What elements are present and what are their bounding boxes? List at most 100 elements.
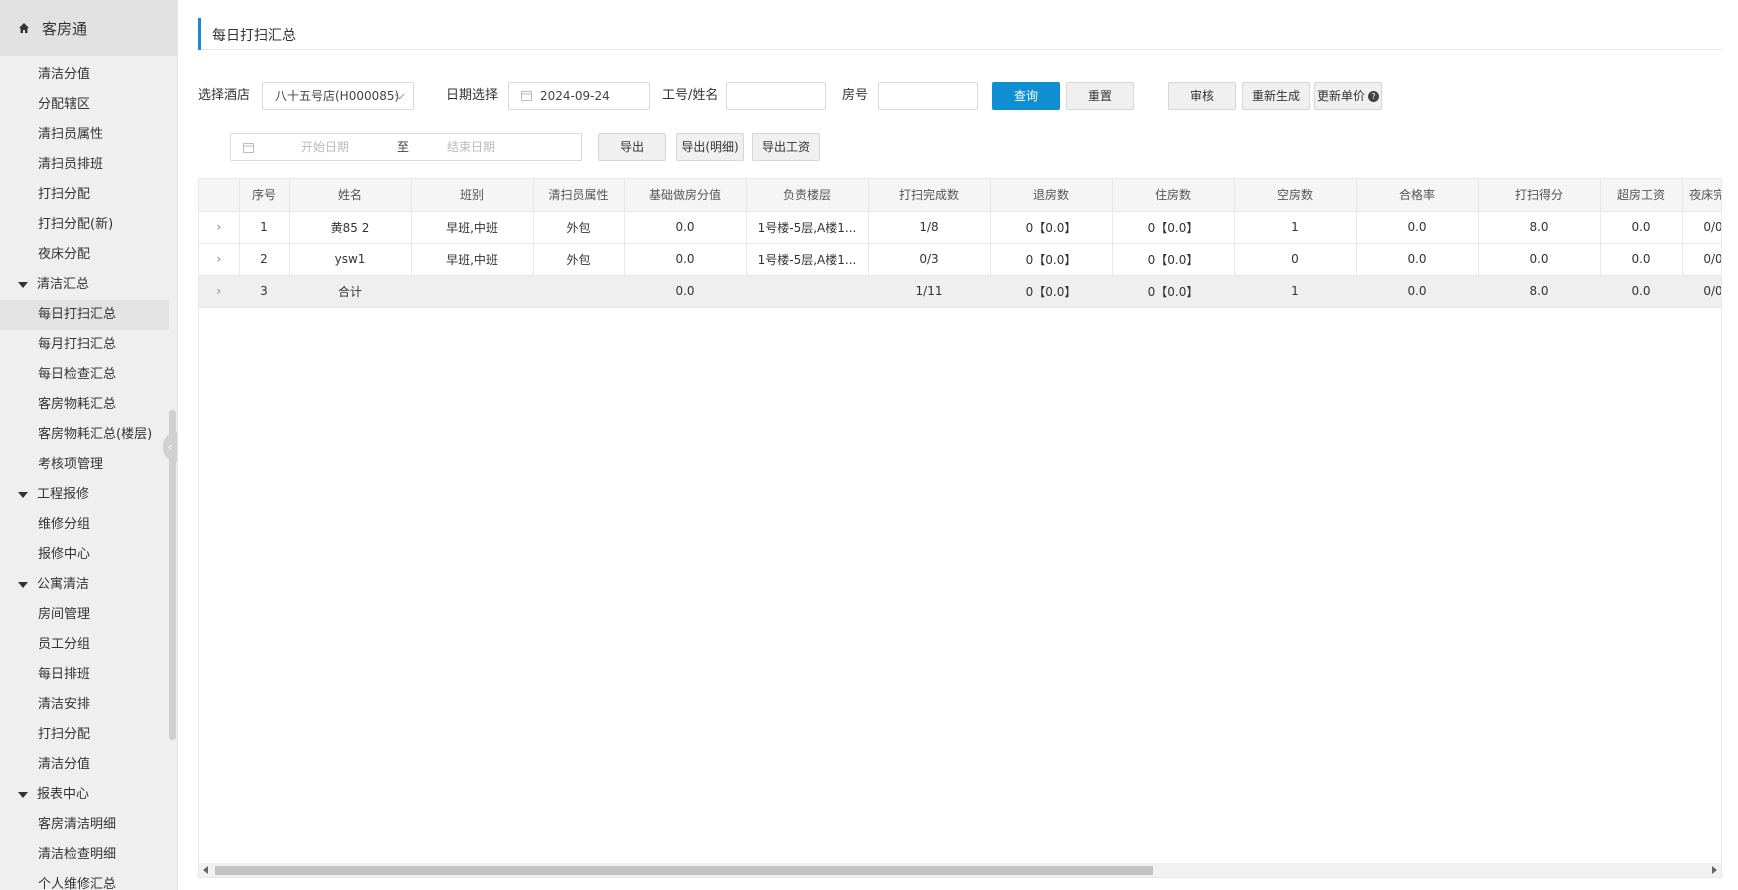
sidebar-item[interactable]: 每日打扫汇总: [0, 300, 169, 330]
regenerate-button[interactable]: 重新生成: [1242, 82, 1310, 110]
sidebar-item[interactable]: 客房物耗汇总: [0, 390, 177, 420]
sidebar-item[interactable]: 夜床分配: [0, 240, 177, 270]
column-header: 基础做房分值: [624, 179, 747, 212]
column-header: [199, 179, 240, 212]
table-cell: ysw1: [289, 243, 412, 276]
column-header: 超房工资: [1600, 179, 1683, 212]
export-detail-button[interactable]: 导出(明细): [676, 133, 744, 161]
table-cell: 0.0: [1356, 275, 1479, 308]
scroll-left-icon[interactable]: [203, 866, 208, 874]
table-cell: 0/0: [1682, 211, 1721, 244]
table-cell: 黄85 2: [289, 211, 412, 244]
sidebar-item[interactable]: 清洁检查明细: [0, 840, 177, 870]
table-cell: 3: [239, 275, 290, 308]
sidebar-item[interactable]: 维修分组: [0, 510, 177, 540]
table-cell: 1号楼-5层,A楼1...: [746, 243, 869, 276]
table-row[interactable]: › 2 ysw1 早班,中班 外包 0.0 1号楼-5层,A楼1... 0/3 0【0.0】 0【…: [199, 243, 1721, 276]
sidebar-group-label: 清洁汇总: [37, 277, 90, 292]
column-header: 打扫得分: [1478, 179, 1601, 212]
column-header: 清扫员属性: [533, 179, 625, 212]
sidebar-item[interactable]: 客房物耗汇总(楼层): [0, 420, 177, 450]
end-date-placeholder: 结束日期: [447, 140, 496, 154]
expand-row-icon[interactable]: ›: [199, 211, 240, 244]
sidebar-header[interactable]: 客房通: [0, 0, 177, 56]
date-value: 2024-09-24: [540, 89, 610, 103]
caret-down-icon: [18, 792, 28, 798]
start-date-placeholder: 开始日期: [301, 140, 350, 154]
sidebar-item[interactable]: 清洁分值: [0, 60, 177, 90]
table-cell: 8.0: [1478, 275, 1601, 308]
sidebar-item[interactable]: 每日检查汇总: [0, 360, 177, 390]
caret-down-icon: [18, 492, 28, 498]
update-price-label: 更新单价: [1316, 89, 1365, 103]
sidebar-item[interactable]: 清洁安排: [0, 690, 177, 720]
sidebar-item[interactable]: 房间管理: [0, 600, 177, 630]
table-cell: 0.0: [624, 243, 747, 276]
column-header: 住房数: [1112, 179, 1235, 212]
employee-input[interactable]: [726, 82, 826, 110]
expand-row-icon[interactable]: ›: [199, 275, 240, 308]
table-body: › 1 黄85 2 早班,中班 外包 0.0 1号楼-5层,A楼1... 1/8 0【0.0】 0…: [199, 211, 1721, 308]
table-cell: 0【0.0】: [1112, 243, 1235, 276]
scroll-right-icon[interactable]: [1712, 866, 1717, 874]
reset-button[interactable]: 重置: [1066, 82, 1134, 110]
table-cell: 0.0: [624, 211, 747, 244]
sidebar-item[interactable]: 打扫分配: [0, 180, 177, 210]
expand-row-icon[interactable]: ›: [199, 243, 240, 276]
table-cell: 0.0: [1600, 275, 1683, 308]
sidebar-item[interactable]: 员工分组: [0, 630, 177, 660]
sidebar-group[interactable]: 清洁汇总: [0, 270, 177, 300]
sidebar-item[interactable]: 打扫分配: [0, 720, 177, 750]
column-header: 序号: [239, 179, 290, 212]
sidebar-group[interactable]: 报表中心: [0, 780, 177, 810]
calendar-icon: [521, 84, 532, 110]
update-price-button[interactable]: 更新单价?: [1314, 82, 1382, 110]
summary-table-container: 序号 姓名 班别 清扫员属性 基础做房分值 负责楼层 打扫完成数 退房数 住房数 空房数 合格率 打扫…: [198, 178, 1722, 878]
table-cell: 1: [1234, 275, 1357, 308]
page-title: 每日打扫汇总: [212, 28, 296, 44]
table-cell: 0【0.0】: [990, 275, 1113, 308]
sidebar-item[interactable]: 每月打扫汇总: [0, 330, 177, 360]
column-header: 退房数: [990, 179, 1113, 212]
table-cell: 0/3: [868, 243, 991, 276]
summary-table: 序号 姓名 班别 清扫员属性 基础做房分值 负责楼层 打扫完成数 退房数 住房数 空房数 合格率 打扫…: [199, 179, 1721, 308]
audit-button[interactable]: 审核: [1168, 82, 1236, 110]
sidebar-item[interactable]: 清扫员属性: [0, 120, 177, 150]
table-cell: 2: [239, 243, 290, 276]
horizontal-scrollbar[interactable]: [199, 863, 1721, 877]
sidebar-item[interactable]: 每日排班: [0, 660, 177, 690]
sidebar-item[interactable]: 分配辖区: [0, 90, 177, 120]
sidebar-item[interactable]: 清扫员排班: [0, 150, 177, 180]
sidebar-group[interactable]: 公寓清洁: [0, 570, 177, 600]
question-icon[interactable]: ?: [1368, 91, 1379, 102]
sidebar-item[interactable]: 客房清洁明细: [0, 810, 177, 840]
table-cell: 0: [1234, 243, 1357, 276]
table-total-row[interactable]: › 3 合计 0.0 1/11 0【0.0】 0【0.0】 1 0.0 8.0 0.0 0/0: [199, 275, 1721, 308]
sidebar-item[interactable]: 个人维修汇总: [0, 870, 177, 890]
table-cell: 1号楼-5层,A楼1...: [746, 211, 869, 244]
sidebar-item[interactable]: 清洁分值: [0, 750, 177, 780]
table-row[interactable]: › 1 黄85 2 早班,中班 外包 0.0 1号楼-5层,A楼1... 1/8 0【0.0】 0…: [199, 211, 1721, 244]
date-range-input[interactable]: 开始日期 至 结束日期: [230, 133, 582, 161]
room-label: 房号: [842, 88, 869, 103]
query-button[interactable]: 查询: [992, 82, 1060, 110]
sidebar-item[interactable]: 报修中心: [0, 540, 177, 570]
scrollbar-thumb[interactable]: [215, 866, 1153, 875]
export-wage-button[interactable]: 导出工资: [752, 133, 820, 161]
calendar-icon: [243, 134, 254, 160]
export-button[interactable]: 导出: [598, 133, 666, 161]
page-title-bar: 每日打扫汇总: [198, 18, 1722, 50]
table-cell: 外包: [533, 243, 625, 276]
column-header: 夜床完...: [1682, 179, 1721, 212]
date-input[interactable]: 2024-09-24: [508, 82, 650, 110]
hotel-select[interactable]: 八十五号店(H000085): [262, 82, 414, 110]
sidebar-group-label: 报表中心: [37, 787, 90, 802]
table-cell: 8.0: [1478, 211, 1601, 244]
app-title: 客房通: [42, 19, 88, 38]
column-header: 负责楼层: [746, 179, 869, 212]
room-input[interactable]: [878, 82, 978, 110]
sidebar-group-label: 公寓清洁: [37, 577, 90, 592]
sidebar-item[interactable]: 打扫分配(新): [0, 210, 177, 240]
sidebar-item[interactable]: 考核项管理: [0, 450, 177, 480]
sidebar-group[interactable]: 工程报修: [0, 480, 177, 510]
